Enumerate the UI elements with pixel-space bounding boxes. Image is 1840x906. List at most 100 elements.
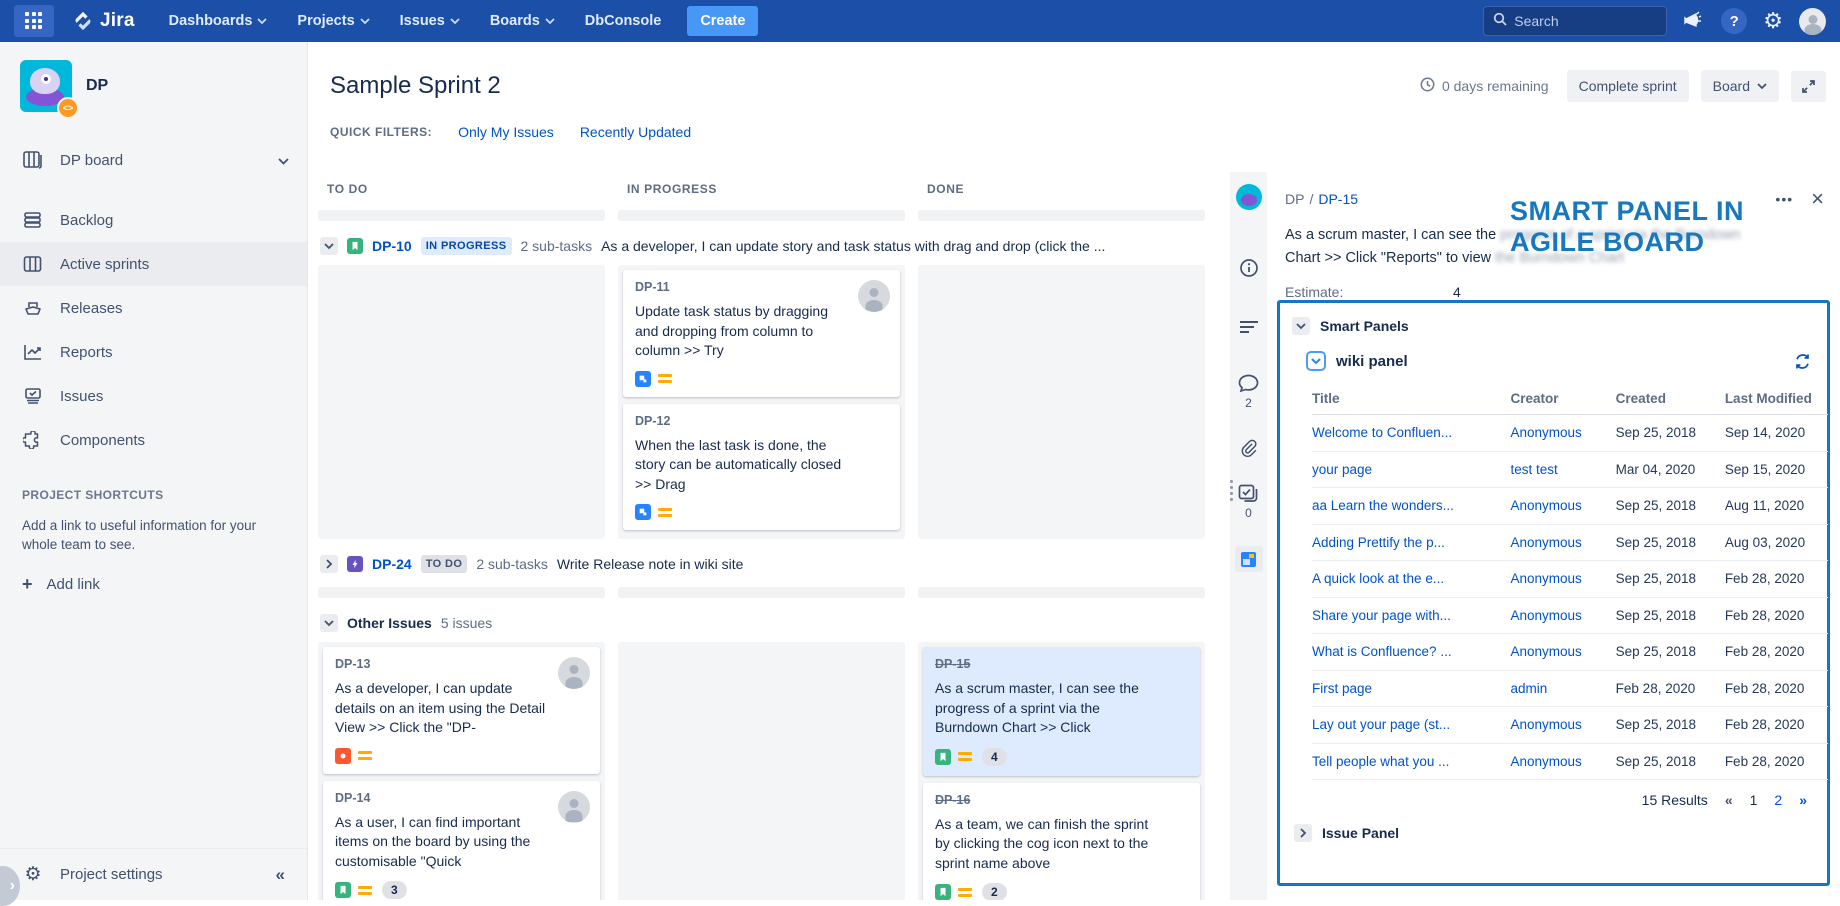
pagination-next-icon[interactable]: »: [1799, 792, 1807, 808]
page-title-link[interactable]: Tell people what you ...: [1312, 754, 1511, 769]
creator-link[interactable]: Anonymous: [1511, 498, 1616, 513]
filter-only-my-issues[interactable]: Only My Issues: [458, 124, 554, 140]
search-input[interactable]: [1514, 13, 1644, 29]
creator-link[interactable]: Anonymous: [1511, 717, 1616, 732]
expand-swimlane-icon[interactable]: [320, 555, 338, 573]
jira-logo[interactable]: Jira: [72, 10, 135, 32]
announcements-icon[interactable]: [1683, 11, 1705, 31]
more-actions-icon[interactable]: •••: [1775, 191, 1793, 207]
creator-link[interactable]: Anonymous: [1511, 535, 1616, 550]
create-button[interactable]: Create: [687, 6, 758, 36]
issue-card-dp11[interactable]: DP-11 Update task status by dragging and…: [623, 270, 900, 397]
page-title-link[interactable]: A quick look at the e...: [1312, 571, 1511, 586]
user-avatar[interactable]: [1799, 8, 1826, 35]
detail-tab-strip: 2 0: [1230, 172, 1267, 900]
story-type-icon: [935, 749, 951, 765]
app-switcher-icon[interactable]: [14, 5, 54, 37]
resize-handle-dots[interactable]: [1230, 480, 1233, 501]
pagination-prev-icon[interactable]: «: [1725, 792, 1733, 808]
add-link-button[interactable]: + Add link: [0, 554, 307, 615]
menu-boards[interactable]: Boards: [490, 13, 555, 29]
page-title-link[interactable]: your page: [1312, 462, 1511, 477]
creator-link[interactable]: Anonymous: [1511, 754, 1616, 769]
issue-card-dp16[interactable]: DP-16 As a team, we can finish the sprin…: [923, 783, 1200, 901]
filter-recently-updated[interactable]: Recently Updated: [580, 124, 691, 140]
description-tab[interactable]: [1230, 320, 1267, 334]
creator-link[interactable]: admin: [1511, 681, 1616, 696]
settings-gear-icon[interactable]: ⚙: [1763, 10, 1783, 32]
comment-icon: [1238, 374, 1259, 393]
sidebar-item-components[interactable]: Components: [0, 418, 307, 462]
project-settings-button[interactable]: ⚙ Project settings «: [0, 848, 307, 900]
page-title-link[interactable]: First page: [1312, 681, 1511, 696]
page-title-link[interactable]: What is Confluence? ...: [1312, 644, 1511, 659]
wiki-panel-toggle-icon[interactable]: [1306, 351, 1326, 371]
creator-link[interactable]: Anonymous: [1511, 608, 1616, 623]
menu-issues[interactable]: Issues: [400, 13, 460, 29]
page-title-link[interactable]: Share your page with...: [1312, 608, 1511, 623]
board-menu-button[interactable]: Board: [1701, 70, 1779, 102]
issues-icon: [22, 385, 44, 407]
collapse-sidebar-icon[interactable]: «: [276, 865, 285, 885]
menu-projects[interactable]: Projects: [297, 13, 369, 29]
help-icon[interactable]: ?: [1721, 8, 1747, 34]
issue-panel-section-toggle[interactable]: Issue Panel: [1292, 812, 1817, 842]
issue-card-dp13[interactable]: DP-13 As a developer, I can update detai…: [323, 647, 600, 774]
sidebar-item-issues[interactable]: Issues: [0, 374, 307, 418]
sidebar-item-reports[interactable]: Reports: [0, 330, 307, 374]
chevron-down-icon[interactable]: [1292, 317, 1310, 335]
issue-card-dp12[interactable]: DP-12 When the last task is done, the st…: [623, 404, 900, 531]
top-navbar: Jira Dashboards Projects Issues Boards D…: [0, 0, 1840, 42]
sidebar-item-board-switcher[interactable]: DP board: [0, 138, 307, 182]
comments-tab[interactable]: 2: [1230, 374, 1267, 410]
table-row: What is Confluence? ...AnonymousSep 25, …: [1312, 634, 1828, 671]
creator-link[interactable]: Anonymous: [1511, 425, 1616, 440]
card-summary: As a scrum master, I can see the progres…: [935, 679, 1153, 738]
page-title-link[interactable]: Lay out your page (st...: [1312, 717, 1511, 732]
project-avatar[interactable]: <>: [20, 60, 72, 112]
backlog-icon: [22, 209, 44, 231]
issue-card-dp14[interactable]: DP-14 As a user, I can find important it…: [323, 781, 600, 901]
search-box[interactable]: [1483, 6, 1667, 36]
sidebar-item-backlog[interactable]: Backlog: [0, 198, 307, 242]
assignee-avatar[interactable]: [558, 791, 590, 823]
creator-link[interactable]: Anonymous: [1511, 644, 1616, 659]
attachments-tab[interactable]: [1230, 438, 1267, 458]
page-title-link[interactable]: Adding Prettify the p...: [1312, 535, 1511, 550]
priority-medium-icon: [358, 751, 372, 760]
smart-panels-section-toggle[interactable]: Smart Panels: [1292, 315, 1817, 341]
issue-card-dp15[interactable]: DP-15 As a scrum master, I can see the p…: [923, 647, 1200, 776]
collapse-swimlane-icon[interactable]: [320, 237, 338, 255]
chevron-right-icon[interactable]: [1294, 824, 1312, 842]
page-title-link[interactable]: aa Learn the wonders...: [1312, 498, 1511, 513]
breadcrumb-issue[interactable]: DP-15: [1318, 191, 1358, 207]
menu-dbconsole[interactable]: DbConsole: [585, 13, 662, 29]
sidebar-item-releases[interactable]: Releases: [0, 286, 307, 330]
checklist-tab[interactable]: 0: [1230, 484, 1267, 520]
creator-link[interactable]: test test: [1511, 462, 1616, 477]
pagination-page-2[interactable]: 2: [1774, 792, 1782, 808]
details-tab[interactable]: [1230, 258, 1267, 278]
sidebar-item-label: Reports: [60, 344, 113, 361]
smart-panel-tab[interactable]: [1235, 546, 1263, 572]
assignee-avatar[interactable]: [558, 657, 590, 689]
refresh-icon[interactable]: [1794, 353, 1811, 370]
fullscreen-button[interactable]: [1791, 71, 1826, 102]
issue-key-link[interactable]: DP-24: [372, 556, 412, 572]
comment-count: 2: [1245, 396, 1252, 410]
pagination-page-1[interactable]: 1: [1750, 792, 1758, 808]
column-done-lane2: DP-15 As a scrum master, I can see the p…: [918, 642, 1205, 900]
board-header: Sample Sprint 2 0 days remaining Complet…: [308, 42, 1840, 172]
issue-key-link[interactable]: DP-10: [372, 238, 412, 254]
breadcrumb-project[interactable]: DP: [1285, 191, 1304, 207]
close-icon[interactable]: ×: [1811, 188, 1824, 210]
menu-dashboards[interactable]: Dashboards: [169, 13, 268, 29]
page-title-link[interactable]: Welcome to Confluen...: [1312, 425, 1511, 440]
creator-link[interactable]: Anonymous: [1511, 571, 1616, 586]
swimlane-header-dp24: DP-24 TO DO 2 sub-tasks Write Release no…: [308, 539, 1230, 583]
complete-sprint-button[interactable]: Complete sprint: [1567, 70, 1689, 102]
table-row: Share your page with...AnonymousSep 25, …: [1312, 598, 1828, 635]
assignee-avatar[interactable]: [858, 280, 890, 312]
collapse-swimlane-icon[interactable]: [320, 614, 338, 632]
sidebar-item-active-sprints[interactable]: Active sprints: [0, 242, 307, 286]
